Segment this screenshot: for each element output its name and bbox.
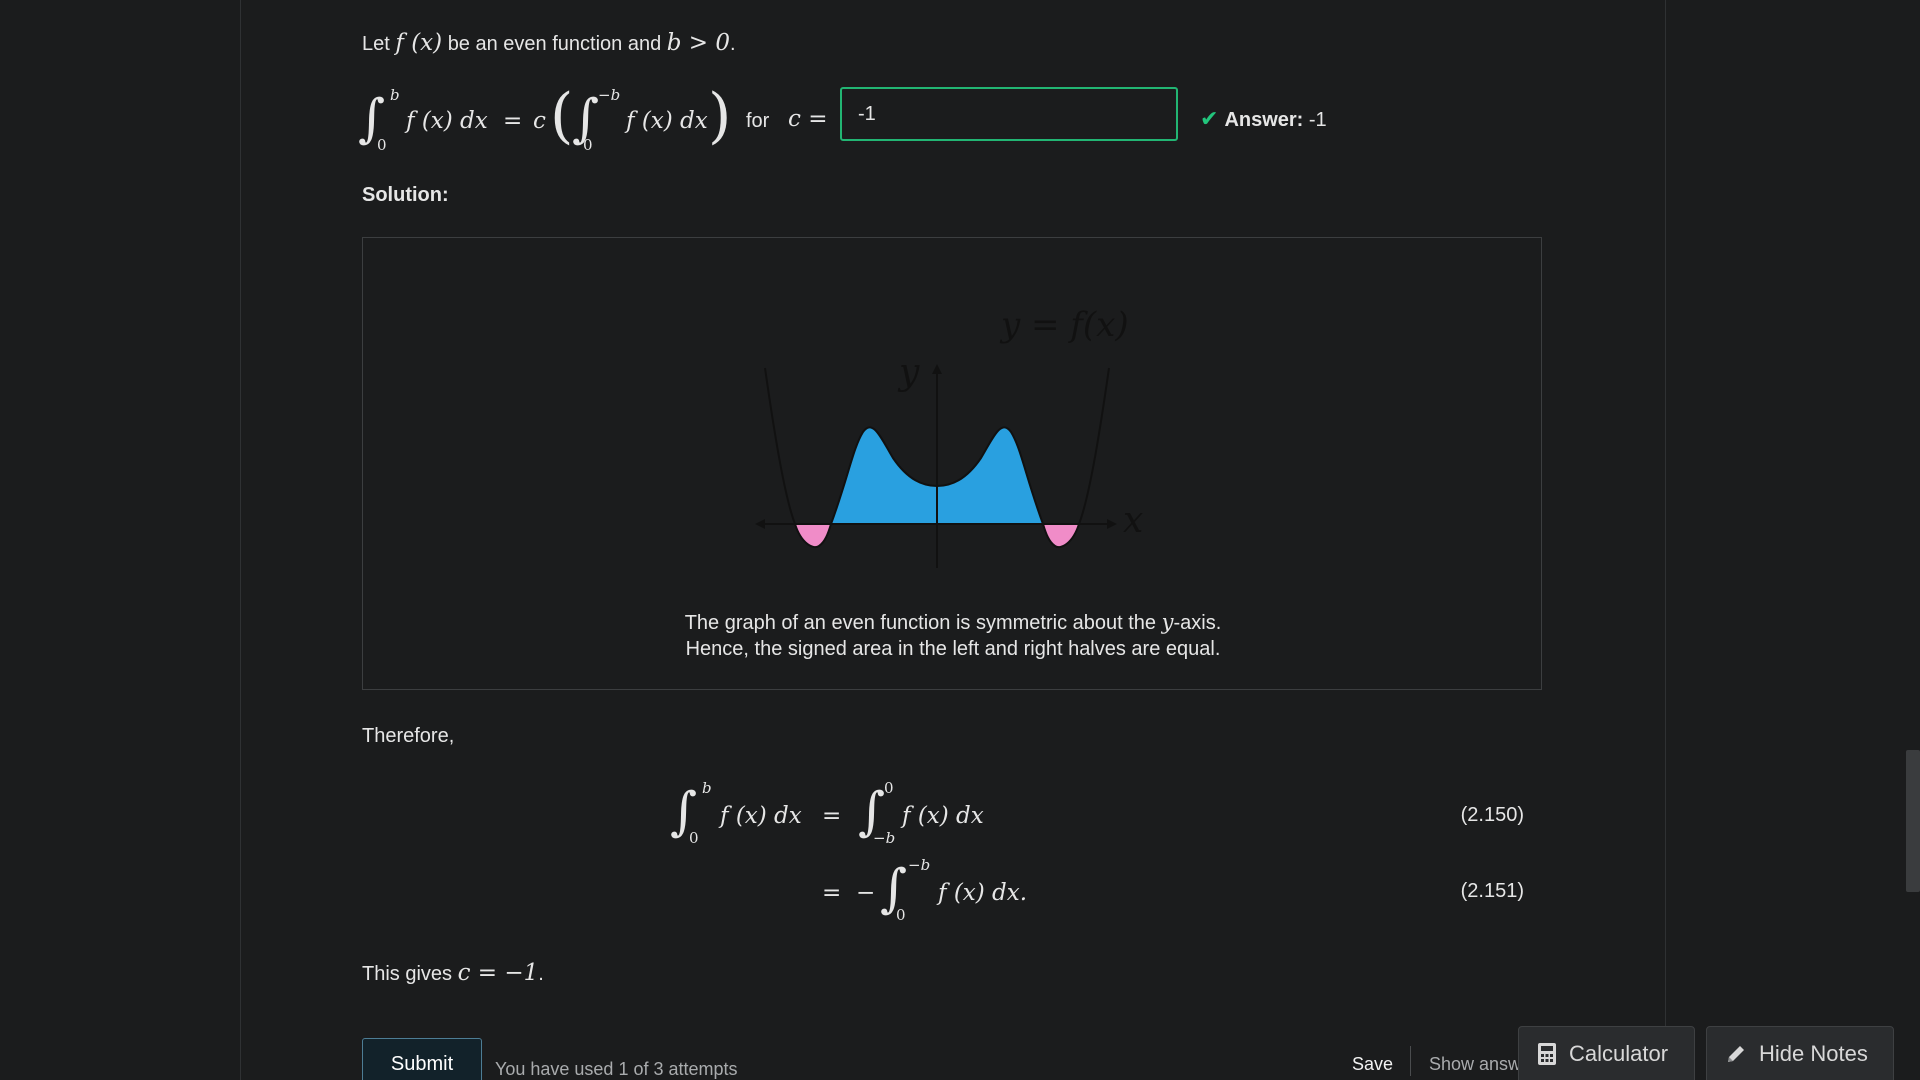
- equation-2-150: ∫ b 0 f (x) dx = ∫ 0 −b f (x) dx: [670, 779, 984, 847]
- scrollbar-track[interactable]: [1906, 0, 1920, 1080]
- svg-text:=: =: [822, 880, 841, 906]
- y-axis-arrow-up: [932, 364, 942, 374]
- x-axis-arrow-right: [1107, 519, 1117, 529]
- intro-let: Let: [362, 33, 390, 55]
- conclusion-text: This gives: [362, 963, 458, 985]
- pencil-icon: [1728, 1046, 1744, 1062]
- svg-text:−: −: [856, 880, 875, 906]
- checkmark-icon: ✔: [1200, 106, 1219, 131]
- hide-notes-label: Hide Notes: [1759, 1041, 1868, 1066]
- caption-line-2: Hence, the signed area in the left and r…: [685, 638, 1221, 660]
- caption-line-1: The graph of an even function is symmetr…: [363, 610, 1543, 635]
- svg-text:−b: −b: [598, 86, 620, 104]
- action-divider: [1410, 1046, 1411, 1076]
- svg-text:f (x) dx: f (x) dx: [900, 803, 984, 829]
- svg-text:f (x) dx: f (x) dx: [718, 803, 802, 829]
- question-equation: ∫ b 0 f (x) dx = c ( ∫ −b 0 f (x) dx ): [358, 81, 731, 154]
- conclusion: This gives c = −1.: [362, 960, 544, 986]
- answer-feedback: ✔ Answer: -1: [1200, 106, 1327, 132]
- answer-input[interactable]: [840, 87, 1178, 141]
- curve-label: y = f(x): [999, 305, 1129, 345]
- y-axis-label: y: [897, 352, 920, 393]
- intro-end: .: [730, 33, 736, 55]
- svg-text:f (x) dx.: f (x) dx.: [936, 880, 1027, 906]
- svg-text:0: 0: [583, 136, 593, 154]
- intro-condition: b > 0: [666, 30, 731, 56]
- caption-text-a: The graph of an even function is symmetr…: [684, 612, 1162, 634]
- hide-notes-button[interactable]: Hide Notes: [1706, 1026, 1894, 1080]
- equation-2-151: = − ∫ −b 0 f (x) dx.: [822, 856, 1027, 924]
- save-button[interactable]: Save: [1352, 1054, 1393, 1075]
- svg-text:0: 0: [896, 906, 906, 924]
- caption-var: y: [1161, 610, 1174, 634]
- for-label: for: [746, 110, 770, 132]
- svg-text:b: b: [390, 86, 400, 104]
- calculator-label: Calculator: [1569, 1041, 1669, 1066]
- even-function-graph: y = f(x) x y: [755, 305, 1143, 568]
- svg-text:0: 0: [884, 779, 894, 797]
- x-axis-arrow-left: [755, 519, 765, 529]
- svg-text:0: 0: [689, 829, 699, 847]
- calculator-icon: [1538, 1043, 1556, 1065]
- submit-button[interactable]: Submit: [362, 1038, 482, 1080]
- c-equals: c =: [788, 106, 828, 132]
- conclusion-end: .: [538, 963, 544, 985]
- svg-text:−b: −b: [908, 856, 930, 874]
- attempts-text: You have used 1 of 3 attempts: [495, 1059, 738, 1079]
- intro-mid: be an even function and: [447, 33, 662, 55]
- answer-value: -1: [1303, 109, 1327, 131]
- svg-text:−b: −b: [873, 829, 895, 847]
- therefore-text: Therefore,: [362, 725, 455, 747]
- caption-text-b: -axis.: [1173, 612, 1222, 634]
- intro-fx: f (x): [395, 30, 443, 56]
- svg-text:0: 0: [377, 136, 387, 154]
- scrollbar-thumb[interactable]: [1906, 750, 1920, 892]
- svg-text:b: b: [702, 779, 712, 797]
- svg-text:c: c: [533, 108, 546, 134]
- svg-text:(: (: [550, 81, 573, 151]
- question-intro: Let f (x) be an even function and b > 0.: [362, 30, 736, 56]
- x-axis-label: x: [1123, 500, 1143, 541]
- page: Let f (x) be an even function and b > 0.…: [0, 0, 1920, 1080]
- svg-text:=: =: [822, 803, 841, 829]
- equation-number-2150: (2.150): [1460, 804, 1524, 826]
- conclusion-math: c = −1: [457, 960, 539, 986]
- show-answer-button[interactable]: Show answ: [1429, 1054, 1519, 1075]
- answer-label: Answer:: [1224, 109, 1304, 131]
- calculator-button[interactable]: Calculator: [1518, 1026, 1695, 1080]
- equation-number-2151: (2.151): [1460, 880, 1524, 902]
- svg-text:f (x) dx: f (x) dx: [404, 108, 488, 134]
- svg-text:f (x) dx: f (x) dx: [624, 108, 708, 134]
- solution-figure: y = f(x) x y The graph of an even functi…: [362, 237, 1542, 690]
- solution-label: Solution:: [362, 184, 449, 206]
- svg-text:): ): [708, 81, 731, 151]
- svg-text:=: =: [503, 108, 522, 134]
